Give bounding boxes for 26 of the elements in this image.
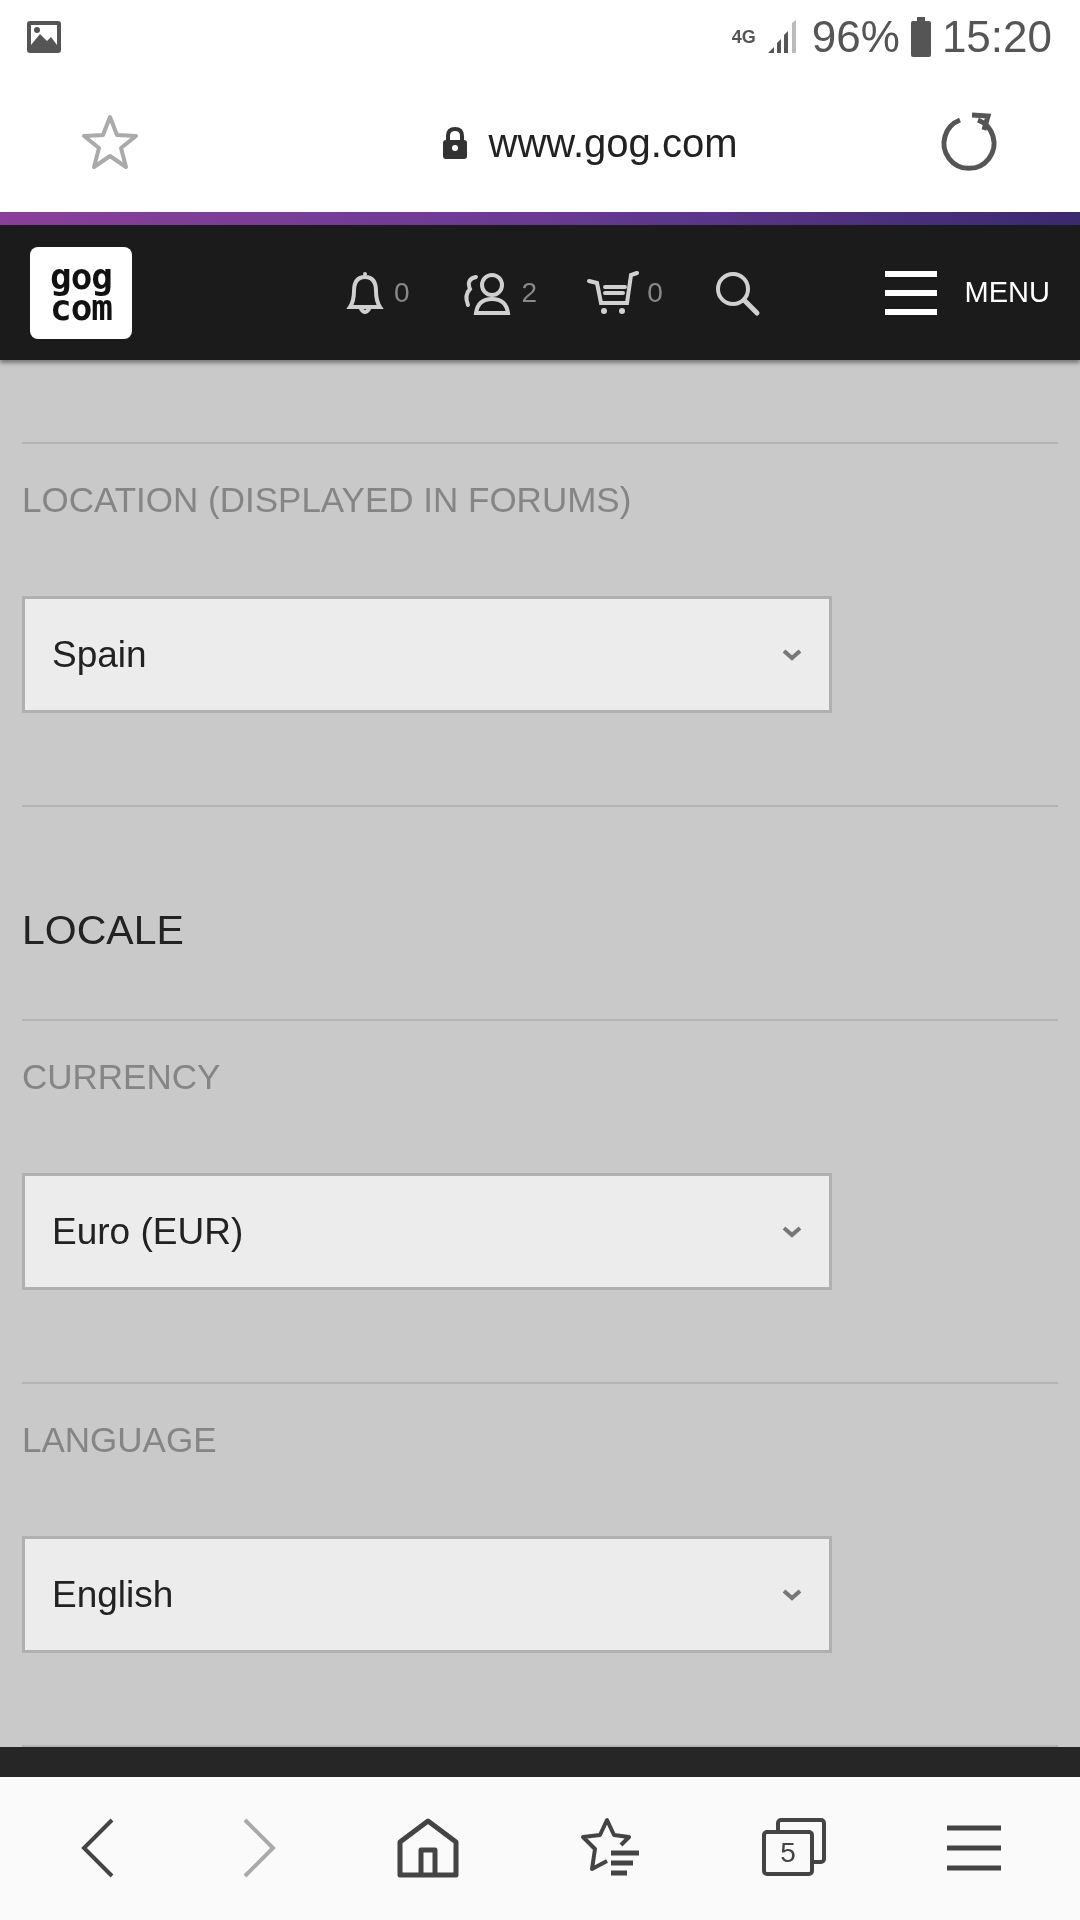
field-label: LOCATION (DISPLAYED IN FORUMS) <box>22 480 633 522</box>
gog-logo[interactable]: gog com <box>30 246 132 339</box>
select-field[interactable]: Euro (EUR) <box>22 1173 832 1291</box>
field-label: CURRENCY <box>22 1057 222 1099</box>
battery-level: 96% <box>811 12 900 62</box>
clock: 15:20 <box>941 12 1052 62</box>
badge-count: 2 <box>521 276 538 309</box>
image-icon <box>26 20 62 54</box>
badge-count: 0 <box>647 276 663 309</box>
lock-icon <box>440 126 469 161</box>
chevron-down-icon <box>781 647 803 662</box>
url-address[interactable]: www.gog.com <box>488 120 738 166</box>
chevron-down-icon <box>781 1587 803 1602</box>
badge-count: 0 <box>394 276 410 309</box>
select-field[interactable]: English <box>22 1536 832 1654</box>
battery-icon <box>909 17 932 57</box>
home-icon[interactable] <box>396 1818 459 1879</box>
menu-icon[interactable] <box>884 269 937 316</box>
menu-icon[interactable] <box>946 1823 1001 1874</box>
network-type: 4G <box>731 26 756 48</box>
section-heading: LOCALE <box>22 907 185 956</box>
cart-icon[interactable] <box>587 268 642 317</box>
field-label: LANGUAGE <box>22 1420 218 1462</box>
select-field[interactable]: Spain <box>22 596 832 714</box>
chevron-down-icon <box>781 1224 803 1239</box>
menu-label[interactable]: MENU <box>964 276 1050 310</box>
